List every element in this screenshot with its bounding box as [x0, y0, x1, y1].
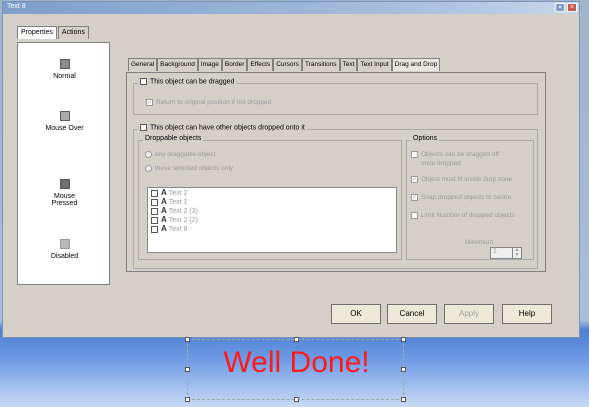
text-object-icon: A — [161, 197, 167, 206]
state-disabled[interactable]: Disabled — [18, 239, 111, 260]
text-object-icon: A — [161, 188, 167, 197]
resize-handle[interactable] — [185, 397, 190, 402]
maximum-stepper[interactable]: 1 ▲ ▼ — [490, 247, 522, 259]
tab-cursors[interactable]: Cursors — [273, 58, 302, 71]
state-mouse-pressed[interactable]: Mouse Pressed — [18, 179, 111, 207]
button-pressed-icon — [59, 179, 70, 189]
help-button[interactable]: Help — [502, 304, 552, 324]
apply-button[interactable]: Apply — [444, 304, 494, 324]
tab-text[interactable]: Text — [339, 58, 358, 71]
properties-dialog: Text 8 ▪ × Properties Actions Normal Mou… — [2, 1, 580, 338]
title-bar[interactable]: Text 8 ▪ × — [3, 2, 579, 14]
option-fit-inside: ✓ Object must fit inside drop zone — [411, 176, 513, 184]
outer-tabs: Properties Actions — [17, 26, 90, 39]
drag-off-checkbox[interactable] — [411, 151, 418, 158]
option-limit: Limit Number of dropped objects — [411, 212, 515, 219]
resize-handle[interactable] — [185, 367, 190, 372]
state-list: Normal Mouse Over Mouse Pressed Disabled — [17, 42, 110, 285]
tab-text-input[interactable]: Text Input — [357, 58, 392, 71]
radio-any-option: any draggable object — [145, 151, 215, 158]
options-group: Options Objects can be dragged off once … — [406, 135, 534, 260]
inner-tabs: General Background Image Border Effects … — [128, 58, 441, 71]
radio-selected-option: these selected objects only — [145, 165, 233, 172]
state-normal[interactable]: Normal — [18, 59, 111, 80]
tab-general[interactable]: General — [128, 58, 158, 71]
fit-inside-checkbox[interactable]: ✓ — [411, 176, 418, 183]
state-label: Mouse Pressed — [51, 193, 78, 207]
resize-handle[interactable] — [294, 337, 299, 342]
text-object-icon: A — [161, 224, 167, 233]
resize-handle[interactable] — [294, 397, 299, 402]
radio-selected[interactable] — [145, 165, 152, 172]
options-title: Options — [411, 135, 440, 142]
drag-drop-panel: This object can be dragged ✓ Return to or… — [126, 72, 546, 272]
droppable-list[interactable]: A Text 2 A Text 1 A Text 2 (3) A Text 2 (2) … — [147, 187, 397, 253]
list-item[interactable]: A Text 2 (2) — [148, 215, 396, 224]
option-drag-off-cont: once dropped — [421, 160, 461, 167]
state-label: Mouse Over — [45, 125, 84, 132]
droppable-objects-group: Droppable objects any draggable object t… — [138, 135, 402, 260]
limit-checkbox[interactable] — [411, 212, 418, 219]
list-item[interactable]: A Text 2 — [148, 188, 396, 197]
can-drag-label: This object can be dragged — [150, 78, 235, 86]
list-item[interactable]: A Text 2 (3) — [148, 206, 396, 215]
radio-any[interactable] — [145, 151, 152, 158]
window-title: Text 8 — [7, 3, 26, 10]
resize-handle[interactable] — [185, 337, 190, 342]
selected-text-object[interactable]: Well Done! — [185, 337, 406, 402]
return-label: Return to original position if not dropp… — [156, 99, 272, 107]
state-label: Disabled — [50, 253, 79, 260]
return-option: ✓ Return to original position if not drop… — [146, 99, 271, 106]
can-drag-checkbox[interactable] — [140, 78, 147, 85]
drag-group: This object can be dragged ✓ Return to or… — [133, 78, 538, 115]
tab-border[interactable]: Border — [221, 58, 248, 71]
tab-background[interactable]: Background — [157, 58, 198, 71]
button-disabled-icon — [59, 239, 70, 249]
stepper-down-icon[interactable]: ▼ — [513, 253, 521, 258]
option-drag-off: Objects can be dragged off — [411, 151, 499, 158]
tab-effects[interactable]: Effects — [247, 58, 274, 71]
tab-drag-and-drop[interactable]: Drag and Drop — [391, 58, 441, 71]
text-object-icon: A — [161, 206, 167, 215]
resize-handle[interactable] — [401, 397, 406, 402]
drop-group: This object can have other objects dropp… — [133, 124, 538, 269]
snap-checkbox[interactable]: ✓ — [411, 194, 418, 201]
return-checkbox[interactable]: ✓ — [146, 99, 153, 106]
droppable-title: Droppable objects — [143, 135, 204, 142]
resize-handle[interactable] — [401, 337, 406, 342]
ok-button[interactable]: OK — [331, 304, 381, 324]
cancel-button[interactable]: Cancel — [387, 304, 437, 324]
tab-image[interactable]: Image — [197, 58, 222, 71]
resize-handle[interactable] — [401, 367, 406, 372]
well-done-text: Well Done! — [223, 346, 370, 379]
state-mouse-over[interactable]: Mouse Over — [18, 111, 111, 132]
list-item[interactable]: A Text 8 — [148, 224, 396, 233]
can-drop-checkbox[interactable] — [140, 124, 147, 131]
close-button[interactable]: × — [567, 3, 577, 12]
cursor-pointer-icon — [59, 111, 70, 121]
tab-properties[interactable]: Properties — [17, 26, 57, 39]
option-snap-centre: ✓ Snap dropped objects to centre — [411, 194, 512, 202]
tab-transitions[interactable]: Transitions — [301, 58, 340, 71]
state-label: Normal — [53, 73, 76, 80]
minimize-button[interactable]: ▪ — [555, 3, 565, 12]
text-object-icon: A — [161, 215, 167, 224]
can-drop-label: This object can have other objects dropp… — [150, 124, 305, 132]
maximum-label: Maximum — [465, 239, 494, 246]
list-item[interactable]: A Text 1 — [148, 197, 396, 206]
button-normal-icon — [59, 59, 70, 69]
tab-actions[interactable]: Actions — [57, 26, 89, 39]
